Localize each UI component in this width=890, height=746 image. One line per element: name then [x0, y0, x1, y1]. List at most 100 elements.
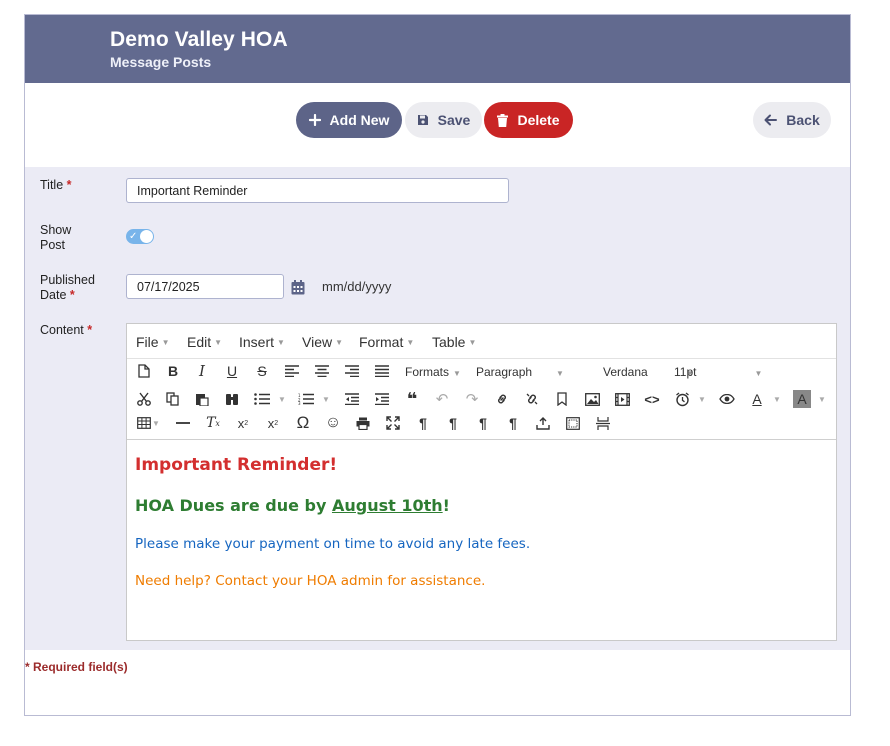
menu-format[interactable]: Format ▼ — [359, 334, 414, 350]
calendar-icon[interactable] — [291, 280, 305, 300]
content-paragraph-help: Need help? Contact your HOA admin for as… — [135, 573, 486, 589]
superscript-icon[interactable]: x2 — [264, 414, 282, 432]
fullscreen-icon[interactable] — [384, 414, 402, 432]
special-character-icon[interactable]: Ω — [294, 413, 312, 432]
underline-icon[interactable]: U — [223, 362, 241, 380]
show-post-toggle[interactable]: ✓ — [126, 229, 154, 244]
subscript-icon[interactable]: x2 — [234, 414, 252, 432]
bookmark-icon[interactable] — [553, 390, 571, 408]
media-icon[interactable] — [613, 390, 631, 408]
add-new-button[interactable]: Add New — [296, 102, 402, 138]
editor-toolbar-row-2: ▼ 123 ▼ ❝ ↶ ↷ <> ▼ A ▼ A ▼ — [127, 389, 836, 414]
editor-content[interactable]: Important Reminder! HOA Dues are due by … — [127, 440, 836, 640]
indent-icon[interactable] — [373, 390, 391, 408]
app-title: Demo Valley HOA — [110, 28, 288, 51]
copy-icon[interactable] — [164, 390, 182, 408]
formats-dropdown[interactable]: Formats ▼ — [405, 365, 461, 379]
paste-icon[interactable] — [193, 390, 211, 408]
clock-icon[interactable] — [673, 390, 691, 408]
italic-icon[interactable]: I — [193, 362, 211, 380]
align-right-icon[interactable] — [343, 362, 361, 380]
arrow-left-icon — [764, 114, 778, 126]
published-date-input[interactable] — [126, 274, 284, 299]
page-break-icon[interactable] — [594, 414, 612, 432]
new-document-icon[interactable] — [135, 362, 153, 380]
clock-caret-icon[interactable]: ▼ — [693, 390, 711, 408]
content-due-date: August 10th — [331, 496, 443, 515]
back-label: Back — [786, 112, 820, 128]
text-color-icon[interactable]: A — [748, 390, 766, 408]
insert-template-icon[interactable] — [534, 414, 552, 432]
link-icon[interactable] — [493, 390, 511, 408]
paragraph-icon[interactable]: ¶ — [504, 414, 522, 432]
content-subheading: HOA Dues are due by August 10th! — [135, 496, 450, 515]
date-format-hint: mm/dd/yyyy — [322, 279, 392, 294]
eye-icon[interactable] — [718, 390, 736, 408]
visual-chars-icon[interactable]: ¶ — [474, 414, 492, 432]
menu-table[interactable]: Table ▼ — [432, 334, 476, 350]
editor-menubar: File ▼ Edit ▼ Insert ▼ View ▼ Format ▼ Table ▼ — [127, 324, 836, 359]
blockquote-icon[interactable]: ❝ — [403, 389, 421, 409]
align-center-icon[interactable] — [313, 362, 331, 380]
post-form: Title * ShowPost ✓ PublishedDate * mm/dd… — [25, 167, 850, 650]
unlink-icon[interactable] — [523, 390, 541, 408]
numbered-list-caret-icon[interactable]: ▼ — [317, 390, 335, 408]
numbered-list-icon[interactable]: 123 — [297, 390, 315, 408]
cut-icon[interactable] — [135, 390, 153, 408]
save-label: Save — [437, 112, 471, 128]
code-icon[interactable]: <> — [643, 390, 661, 408]
show-post-label: Show Post — [40, 223, 72, 252]
redo-icon[interactable]: ↷ — [463, 390, 481, 408]
back-button[interactable]: Back — [753, 102, 831, 138]
find-replace-icon[interactable] — [223, 390, 241, 408]
trash-icon — [497, 113, 509, 127]
rich-text-editor[interactable]: File ▼ Edit ▼ Insert ▼ View ▼ Format ▼ Table ▼… — [126, 323, 837, 641]
check-icon: ✓ — [129, 231, 138, 242]
table-caret-icon[interactable]: ▼ — [147, 414, 165, 432]
background-color-caret-icon[interactable]: ▼ — [813, 390, 831, 408]
menu-insert[interactable]: Insert ▼ — [239, 334, 285, 350]
print-icon[interactable] — [354, 414, 372, 432]
delete-button[interactable]: Delete — [484, 102, 573, 138]
rtl-direction-icon[interactable]: ¶ — [444, 414, 462, 432]
required-fields-note: * Required field(s) — [25, 660, 128, 674]
app-header: Demo Valley HOA Message Posts — [25, 15, 850, 83]
bullet-list-icon[interactable] — [253, 390, 271, 408]
block-format-dropdown[interactable]: Paragraph ▼ — [476, 365, 564, 379]
delete-label: Delete — [517, 112, 560, 128]
menu-file[interactable]: File ▼ — [136, 334, 169, 350]
content-heading: Important Reminder! — [135, 455, 338, 475]
ltr-direction-icon[interactable]: ¶ — [414, 414, 432, 432]
content-label: Content * — [40, 323, 93, 337]
add-new-label: Add New — [329, 112, 390, 128]
title-label: Title * — [40, 178, 72, 192]
page-subtitle: Message Posts — [110, 54, 212, 70]
bold-icon[interactable]: B — [164, 362, 182, 380]
background-color-icon[interactable]: A — [793, 390, 811, 408]
clear-formatting-icon[interactable]: Tx — [204, 414, 222, 432]
plus-icon — [308, 114, 321, 126]
align-justify-icon[interactable] — [373, 362, 391, 380]
content-paragraph-payment: Please make your payment on time to avoi… — [135, 536, 531, 552]
page-frame: Demo Valley HOA Message Posts Add New Sa… — [24, 14, 851, 716]
svg-text:3: 3 — [298, 401, 301, 405]
toggle-knob — [140, 230, 153, 243]
visual-blocks-icon[interactable] — [564, 414, 582, 432]
horizontal-rule-icon[interactable] — [174, 414, 192, 432]
published-date-label: Published Date * — [40, 273, 95, 302]
menu-edit[interactable]: Edit ▼ — [187, 334, 222, 350]
undo-icon[interactable]: ↶ — [433, 390, 451, 408]
align-left-icon[interactable] — [283, 362, 301, 380]
save-button[interactable]: Save — [405, 102, 482, 138]
font-size-dropdown[interactable]: 11pt ▼ — [674, 365, 762, 379]
outdent-icon[interactable] — [343, 390, 361, 408]
image-icon[interactable] — [583, 390, 601, 408]
title-input[interactable] — [126, 178, 509, 203]
emoticons-icon[interactable]: ☺ — [324, 414, 342, 432]
text-color-caret-icon[interactable]: ▼ — [768, 390, 786, 408]
strikethrough-icon[interactable]: S — [253, 362, 271, 380]
editor-toolbar-row-3: ▼ Tx x2 x2 Ω ☺ ¶ ¶ ¶ ¶ — [127, 413, 836, 438]
menu-view[interactable]: View ▼ — [302, 334, 343, 350]
editor-toolbar-row-1: B I U S Formats ▼ Paragraph ▼ Verdana ▼ 11p… — [127, 362, 836, 386]
bullet-list-caret-icon[interactable]: ▼ — [273, 390, 291, 408]
